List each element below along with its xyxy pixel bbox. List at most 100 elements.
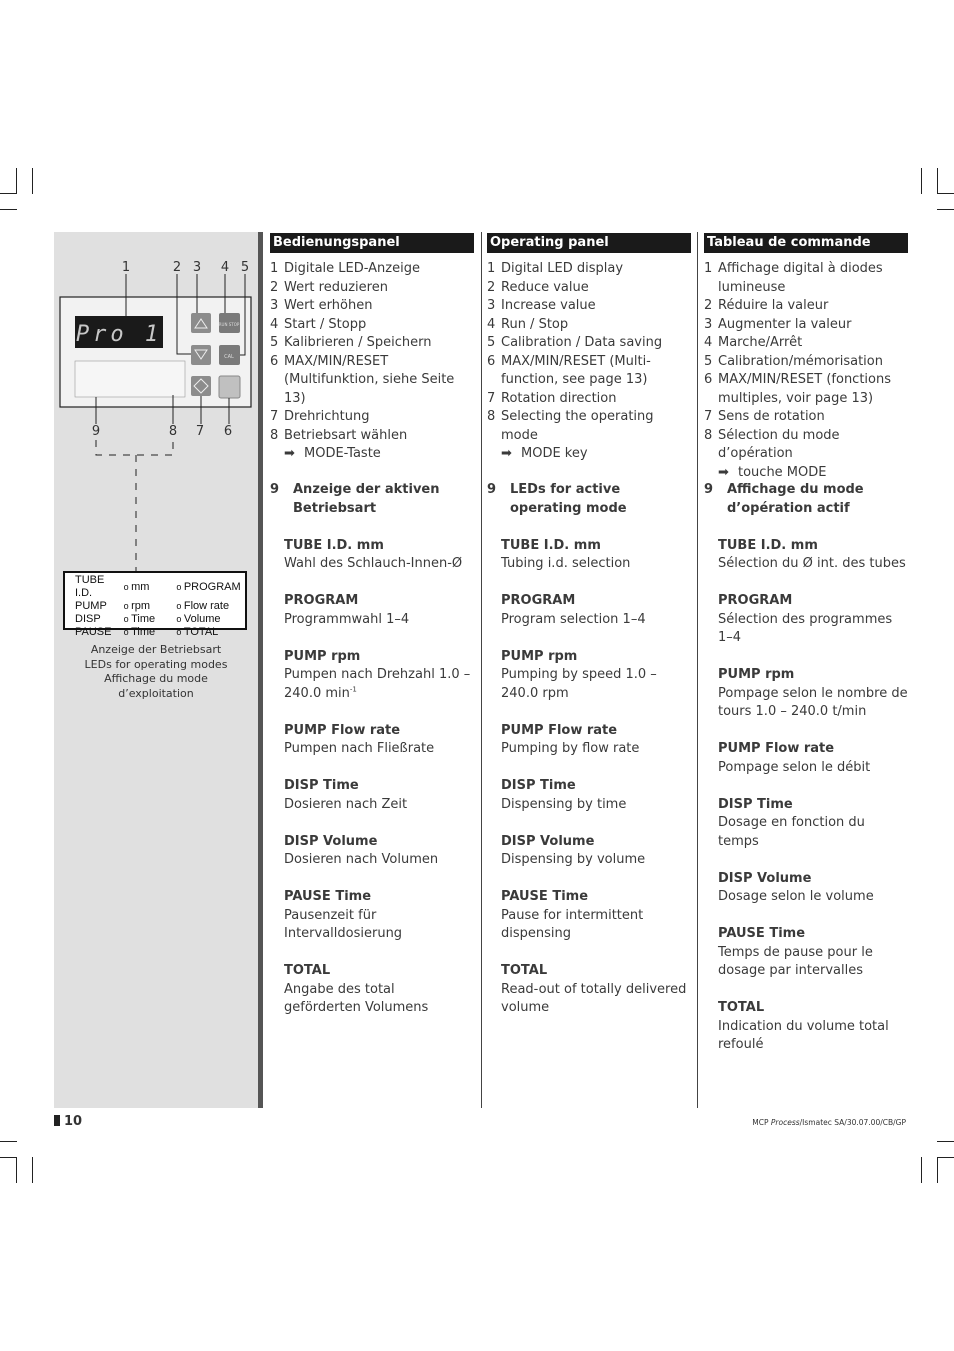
parts-list: 1 Digitale LED-Anzeige 2 Wert reduzieren 3 We… bbox=[270, 260, 474, 445]
callout-9: 9 bbox=[92, 424, 100, 439]
mode-text-content: Wahl des Schlauch-Innen-Ø bbox=[284, 556, 463, 571]
mode-description: PUMP Flow rate Pumping by flow rate bbox=[487, 722, 691, 759]
led-circle-icon: o bbox=[176, 581, 184, 592]
mode-description: TUBE I.D. mm Wahl des Schlauch-Innen-Ø bbox=[270, 537, 474, 574]
led-circle-icon: o bbox=[123, 614, 132, 624]
mode-key-text: touche MODE bbox=[738, 464, 827, 480]
led-section: 9 Affichage du mode d’opération actif TUBE… bbox=[704, 481, 908, 1073]
item-text: Wert reduzieren bbox=[284, 279, 388, 295]
led-legend-cell: o PROGRAM bbox=[176, 574, 245, 600]
led-circle-icon: o bbox=[123, 581, 132, 592]
item-number: 2 bbox=[704, 298, 713, 313]
list-item: 7 Rotation direction bbox=[487, 390, 691, 409]
caption-line: d’exploitation bbox=[118, 686, 194, 700]
mode-text-content: Pumping by speed 1.0 – 240.0 rpm bbox=[501, 667, 657, 701]
section-title: LEDs for active operating mode bbox=[510, 482, 627, 516]
mode-text-content: Tubing i.d. selection bbox=[501, 556, 631, 571]
item-number: 4 bbox=[704, 335, 713, 350]
mode-text-content: Pausenzeit für Intervalldosierung bbox=[284, 907, 403, 942]
mode-text: Program selection 1–4 bbox=[501, 611, 691, 630]
mode-text: Pumping by speed 1.0 – 240.0 rpm bbox=[501, 666, 691, 703]
mode-text-content: Pompage selon le nombre de tours 1.0 – 2… bbox=[718, 685, 908, 720]
list-item: 3 Wert erhöhen bbox=[270, 297, 474, 316]
callout-4: 4 bbox=[221, 260, 229, 275]
crop-mark bbox=[937, 1157, 954, 1158]
mode-title: TOTAL bbox=[501, 963, 548, 978]
column-header: Tableau de commande bbox=[704, 233, 908, 253]
mode-title: PUMP Flow rate bbox=[718, 741, 835, 756]
mode-title: PROGRAM bbox=[284, 593, 359, 608]
divider-bar bbox=[258, 232, 263, 1108]
mode-title: PROGRAM bbox=[718, 593, 793, 608]
mode-title: PROGRAM bbox=[501, 593, 576, 608]
led-legend-row: PUMP o rpm o Flow rate bbox=[75, 600, 245, 613]
mode-description: DISP Time Dosage en fonction du temps bbox=[704, 796, 908, 852]
section-heading: 9 Anzeige der aktiven Betriebsart bbox=[270, 481, 474, 518]
led-legend-label: PAUSE bbox=[75, 626, 112, 638]
footer-suffix: /Ismatec SA/30.07.00/CB/GP bbox=[799, 1118, 906, 1127]
mode-description: PUMP Flow rate Pumpen nach Fließrate bbox=[270, 722, 474, 759]
mode-text: Pompage selon le nombre de tours 1.0 – 2… bbox=[718, 685, 908, 722]
list-item: 3 Augmenter la valeur bbox=[704, 316, 908, 335]
mode-text: Dosage selon le volume bbox=[718, 888, 908, 907]
callout-3: 3 bbox=[193, 260, 201, 275]
crop-mark bbox=[16, 168, 17, 194]
led-legend-row: PAUSE o Time o TOTAL bbox=[75, 626, 245, 639]
item-number: 6 bbox=[270, 353, 279, 369]
list-item: 3 Increase value bbox=[487, 297, 691, 316]
mode-text-content: Dosage en fonction du temps bbox=[718, 815, 865, 849]
item-text: Rotation direction bbox=[501, 390, 617, 406]
crop-mark bbox=[921, 1157, 922, 1183]
led-legend-cell: PAUSE bbox=[75, 626, 124, 639]
item-text: Calibration / Data saving bbox=[501, 335, 663, 350]
section-title: Anzeige der aktiven Betriebsart bbox=[293, 482, 440, 516]
mode-text: Pumpen nach Fließrate bbox=[284, 740, 474, 759]
item-text: Calibration/mémorisation bbox=[718, 353, 883, 369]
section-number: 9 bbox=[487, 482, 497, 497]
mode-title: TOTAL bbox=[718, 1000, 765, 1015]
item-number: 6 bbox=[704, 372, 713, 387]
arrow-right-icon: ➡ bbox=[284, 446, 295, 461]
column-divider bbox=[481, 232, 482, 1108]
mode-description: PAUSE Time Temps de pause pour le dosage … bbox=[704, 925, 908, 981]
mode-text-content: Indication du volume total refoulé bbox=[718, 1018, 889, 1053]
section-heading: 9 LEDs for active operating mode bbox=[487, 481, 691, 518]
column-header: Operating panel bbox=[487, 233, 691, 253]
caption-line: LEDs for operating modes bbox=[84, 657, 228, 671]
crop-mark bbox=[32, 1157, 33, 1183]
led-legend-box: TUBE I.D. o mm o PROGRAM PUMP o rpm o Flow ra… bbox=[63, 571, 247, 638]
led-legend-label: PROGRAM bbox=[183, 580, 241, 593]
list-item: 4 Run / Stop bbox=[487, 316, 691, 335]
max-min-reset-button bbox=[218, 375, 241, 399]
mode-title: PUMP rpm bbox=[284, 648, 361, 664]
item-number: 5 bbox=[704, 353, 713, 369]
mode-description: TUBE I.D. mm Sélection du Ø int. des tube… bbox=[704, 537, 908, 574]
led-legend-label: TOTAL bbox=[183, 626, 219, 638]
led-legend-cell: o mm bbox=[124, 574, 177, 600]
item-number: 2 bbox=[487, 279, 496, 295]
mode-text: Read-out of totally delivered volume bbox=[501, 981, 691, 1018]
led-legend-row: DISP o Time o Volume bbox=[75, 613, 245, 626]
item-text: Augmenter la valeur bbox=[718, 316, 852, 332]
mode-text-content: Sélection des programmes 1–4 bbox=[718, 611, 893, 646]
parts-list: 1 Affichage digital à diodes lumineuse 2 Ré… bbox=[704, 260, 908, 464]
led-legend-label: Time bbox=[131, 626, 156, 638]
crop-mark bbox=[937, 209, 954, 210]
column-english: Operating panel 1 Digital LED display 2 Redu… bbox=[487, 233, 691, 1015]
mode-title: TOTAL bbox=[284, 963, 331, 978]
mode-key-note: ➡ MODE key bbox=[487, 445, 691, 464]
led-circle-icon: o bbox=[176, 601, 184, 611]
list-item: 2 Wert reduzieren bbox=[270, 279, 474, 298]
page-marker bbox=[54, 1115, 60, 1126]
mode-title: DISP Time bbox=[501, 778, 576, 793]
item-number: 3 bbox=[704, 316, 713, 332]
crop-mark bbox=[0, 193, 17, 194]
item-text: Increase value bbox=[501, 298, 596, 313]
led-circle-icon: o bbox=[176, 627, 184, 637]
mode-text: Indication du volume total refoulé bbox=[718, 1018, 908, 1055]
mode-text-content: Pause for intermittent dispensing bbox=[501, 907, 644, 942]
item-number: 8 bbox=[487, 409, 496, 424]
mode-description: PUMP Flow rate Pompage selon le débit bbox=[704, 740, 908, 777]
item-number: 4 bbox=[487, 316, 496, 332]
item-number: 3 bbox=[270, 298, 279, 313]
